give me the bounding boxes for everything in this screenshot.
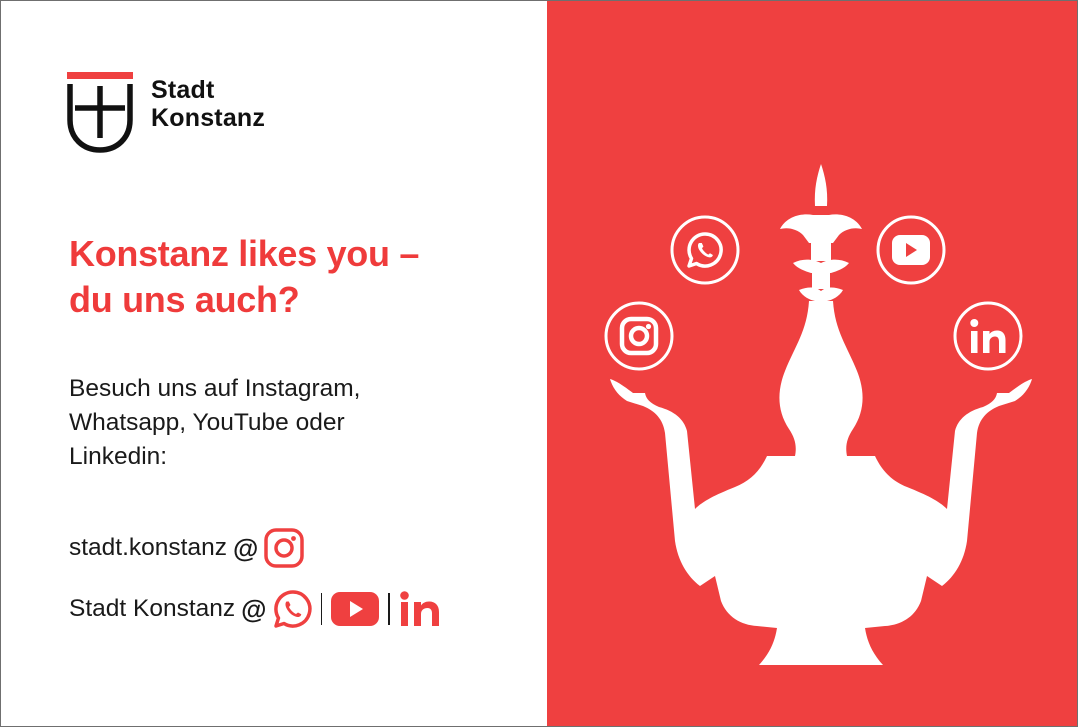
instagram-icon[interactable] [264,528,305,568]
headline: Konstanz likes you – du uns auch? [69,231,529,323]
instagram-handle: stadt.konstanz [69,534,227,561]
body-line3: Linkedin: [69,443,168,470]
juggling-figure-illustration [604,164,1032,665]
instagram-handle-row: stadt.konstanz @ [69,528,305,568]
headline-line2: du uns auch? [69,279,300,320]
at-symbol-2: @ [241,593,267,624]
body-line1: Besuch uns auf Instagram, [69,375,361,402]
city-name-line1: Stadt [151,76,215,104]
other-networks-row: Stadt Konstanz @ [69,589,444,629]
at-symbol: @ [232,532,259,563]
whatsapp-icon[interactable] [273,589,313,629]
whatsapp-circle-icon [670,215,740,285]
social-media-card: Stadt Konstanz Konstanz likes you – du u… [0,0,1078,727]
linkedin-icon[interactable] [398,589,444,629]
city-coat-of-arms-icon [67,72,133,153]
right-panel [547,1,1077,726]
separator [320,593,323,625]
other-handle: Stadt Konstanz [69,595,236,622]
city-logo: Stadt Konstanz [67,72,327,156]
linkedin-circle-icon [953,301,1023,371]
body-text: Besuch uns auf Instagram, Whatsapp, YouT… [69,372,509,474]
headline-line1: Konstanz likes you – [69,233,420,274]
youtube-circle-icon [876,215,946,285]
left-panel: Stadt Konstanz Konstanz likes you – du u… [1,1,547,726]
separator-2 [388,593,390,625]
youtube-icon[interactable] [330,591,380,627]
city-name-line2: Konstanz [151,104,266,132]
instagram-circle-icon [604,301,674,371]
body-line2: Whatsapp, YouTube oder [69,409,345,436]
city-name: Stadt Konstanz [151,76,265,132]
